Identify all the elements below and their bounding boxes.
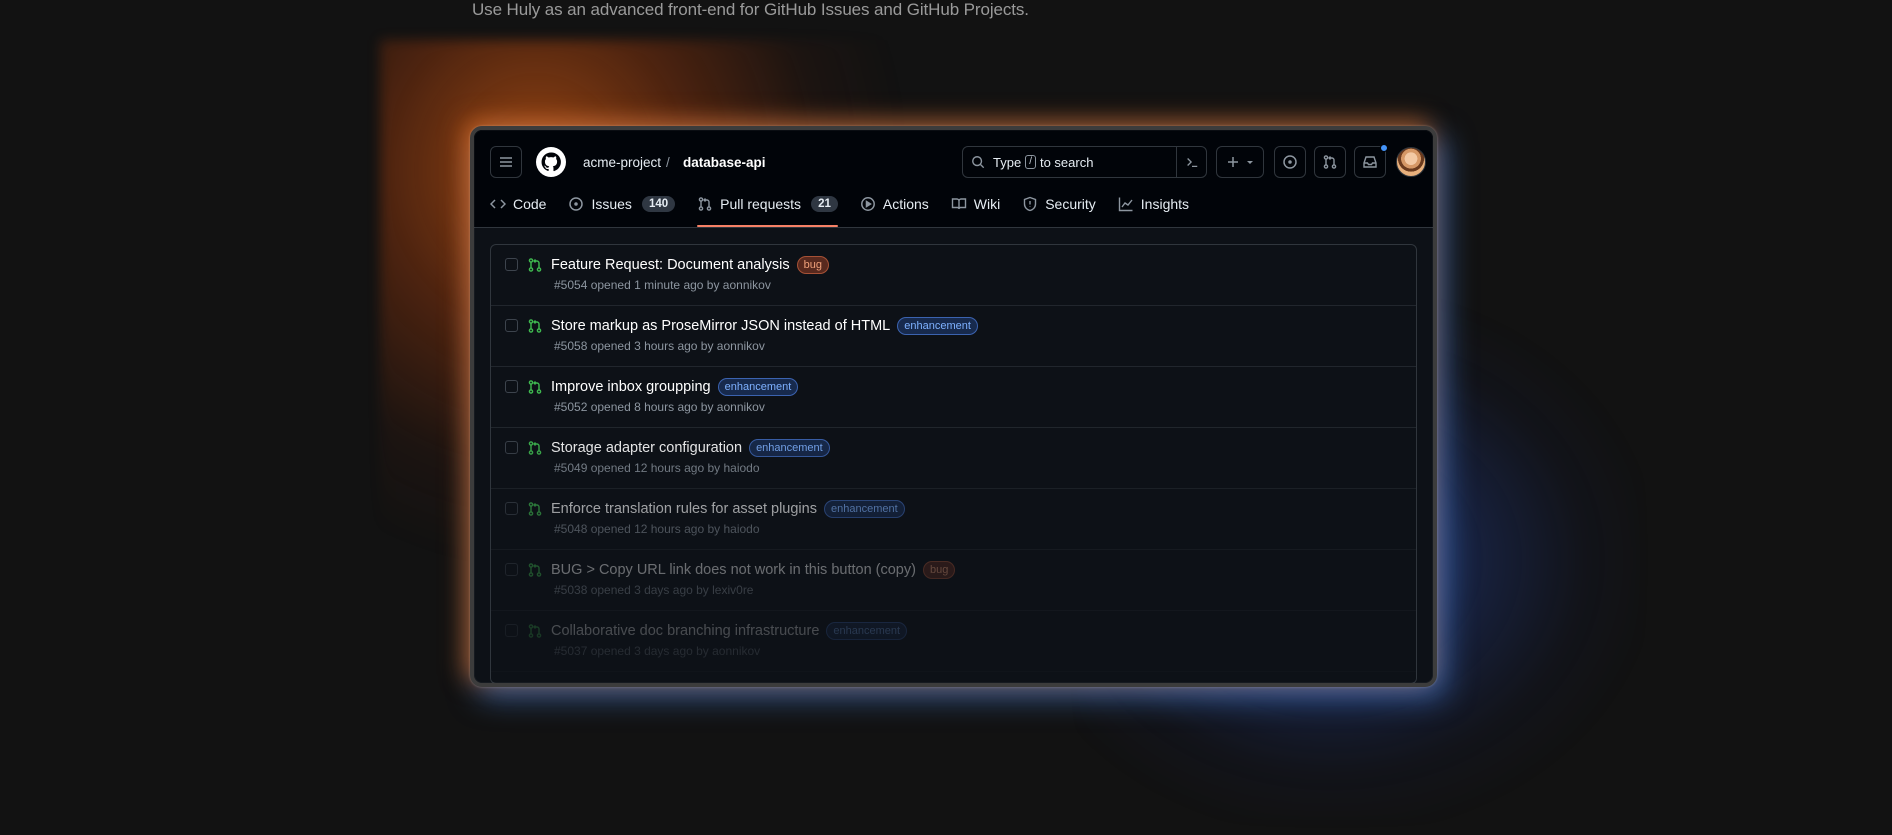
avatar[interactable]	[1396, 147, 1426, 177]
tab-issues-label: Issues	[591, 196, 632, 212]
pull-request-meta: #5048 opened 12 hours ago by haiodo	[554, 522, 760, 536]
label-badge[interactable]: enhancement	[897, 317, 978, 335]
repo-tabs: Code Issues 140 Pull requests 21 Actions…	[490, 187, 1211, 227]
list-item[interactable]: Feature Request: Document analysis bug #…	[491, 245, 1416, 306]
label-badge[interactable]: enhancement	[823, 500, 905, 518]
row-checkbox[interactable]	[505, 258, 518, 271]
notifications-button[interactable]	[1354, 144, 1388, 178]
search-prefix: Type	[993, 154, 1022, 170]
tab-pull-requests-label: Pull requests	[720, 196, 802, 212]
label-badge[interactable]: bug	[796, 256, 829, 274]
tab-code[interactable]: Code	[490, 187, 546, 221]
pull-request-meta: #5058 opened 3 hours ago by aonnikov	[554, 339, 765, 353]
pull-request-meta: #5038 opened 3 days ago by lexiv0re	[554, 583, 754, 597]
pull-request-title[interactable]: Feature Request: Document analysis	[551, 257, 790, 273]
github-window: acme-project / database-api Type / to se…	[470, 126, 1437, 687]
label-badge[interactable]: enhancement	[826, 622, 908, 640]
git-pull-request-icon	[528, 563, 542, 577]
code-icon	[490, 199, 506, 209]
shield-icon	[1024, 196, 1037, 212]
git-pull-request-icon	[698, 197, 712, 211]
pull-request-title[interactable]: Store markup as ProseMirror JSON instead…	[551, 318, 890, 334]
inbox-icon	[1363, 156, 1377, 168]
git-pull-request-icon	[528, 441, 542, 455]
git-pull-request-icon	[528, 258, 542, 272]
issue-opened-icon	[1283, 155, 1297, 169]
search-icon	[972, 156, 985, 169]
tab-insights[interactable]: Insights	[1118, 187, 1189, 221]
label-badge[interactable]: bug	[922, 561, 956, 579]
row-checkbox[interactable]	[505, 380, 518, 393]
page-subtitle: Use Huly as an advanced front-end for Gi…	[472, 0, 1029, 19]
search-shortcut-key: /	[1025, 155, 1036, 169]
command-palette-button[interactable]	[1176, 147, 1206, 177]
row-checkbox[interactable]	[505, 502, 518, 515]
list-item[interactable]: Collaborative doc branching infrastructu…	[491, 611, 1416, 672]
pull-request-title[interactable]: Collaborative doc branching infrastructu…	[551, 623, 819, 639]
breadcrumb-separator: /	[666, 155, 670, 170]
search-input[interactable]: Type / to search	[962, 146, 1207, 178]
triangle-down-icon	[1247, 161, 1253, 164]
tab-insights-label: Insights	[1140, 196, 1190, 212]
list-item[interactable]: Storage adapter configuration enhancemen…	[491, 428, 1416, 489]
row-checkbox[interactable]	[505, 624, 518, 637]
tab-pull-requests[interactable]: Pull requests 21	[697, 187, 838, 227]
tab-actions-label: Actions	[882, 196, 929, 212]
your-pull-requests-button[interactable]	[1314, 146, 1346, 178]
terminal-icon	[1186, 158, 1197, 168]
list-item[interactable]: Enforce translation rules for asset plug…	[491, 489, 1416, 550]
play-icon	[860, 197, 875, 211]
your-issues-button[interactable]	[1274, 146, 1306, 178]
issues-count-badge: 140	[641, 196, 676, 212]
plus-icon	[1228, 157, 1238, 167]
pull-request-meta: #5049 opened 12 hours ago by haiodo	[554, 461, 760, 475]
pull-request-meta: #5054 opened 1 minute ago by aonnikov	[554, 278, 771, 292]
breadcrumb-repo[interactable]: database-api	[683, 155, 766, 170]
pull-request-title[interactable]: Enforce translation rules for asset plug…	[551, 501, 817, 517]
pull-request-title[interactable]: Improve inbox groupping	[551, 379, 711, 395]
tab-issues[interactable]: Issues 140	[568, 187, 676, 221]
tab-wiki-label: Wiki	[973, 196, 1001, 212]
git-pull-request-icon	[528, 319, 542, 333]
tab-security-label: Security	[1045, 196, 1096, 212]
github-logo-icon[interactable]	[535, 146, 567, 178]
label-badge[interactable]: enhancement	[717, 378, 799, 396]
row-checkbox[interactable]	[505, 319, 518, 332]
issue-opened-icon	[569, 197, 584, 211]
pull-requests-count-badge: 21	[811, 196, 838, 212]
tab-code-label: Code	[513, 196, 547, 212]
list-item[interactable]: Store markup as ProseMirror JSON instead…	[491, 306, 1416, 367]
pull-request-meta: #5037 opened 3 days ago by aonnikov	[554, 644, 761, 658]
list-item[interactable]: Improve inbox groupping enhancement #505…	[491, 367, 1416, 428]
create-new-button[interactable]	[1216, 146, 1264, 178]
tab-wiki[interactable]: Wiki	[951, 187, 1000, 221]
hamburger-icon	[500, 157, 512, 167]
github-header: acme-project / database-api Type / to se…	[474, 130, 1433, 228]
pull-request-title[interactable]: BUG > Copy URL link does not work in thi…	[551, 562, 916, 578]
label-badge[interactable]: enhancement	[749, 439, 830, 457]
git-pull-request-icon	[528, 502, 542, 516]
row-checkbox[interactable]	[505, 441, 518, 454]
pull-request-title[interactable]: Storage adapter configuration	[551, 440, 742, 456]
search-suffix: to search	[1039, 154, 1094, 170]
pull-request-meta: #5052 opened 8 hours ago by aonnikov	[554, 400, 765, 414]
notification-indicator	[1380, 144, 1388, 152]
pull-request-list: Feature Request: Document analysis bug #…	[490, 244, 1417, 683]
hamburger-menu-button[interactable]	[490, 146, 522, 178]
list-item[interactable]: BUG > Copy URL link does not work in thi…	[491, 550, 1416, 611]
git-pull-request-icon	[528, 624, 542, 638]
git-pull-request-icon	[1323, 155, 1337, 169]
book-icon	[951, 198, 966, 210]
breadcrumb-owner[interactable]: acme-project	[583, 155, 661, 170]
graph-icon	[1118, 197, 1133, 212]
tab-security[interactable]: Security	[1022, 187, 1096, 221]
row-checkbox[interactable]	[505, 563, 518, 576]
tab-actions[interactable]: Actions	[860, 187, 929, 221]
git-pull-request-icon	[528, 380, 542, 394]
